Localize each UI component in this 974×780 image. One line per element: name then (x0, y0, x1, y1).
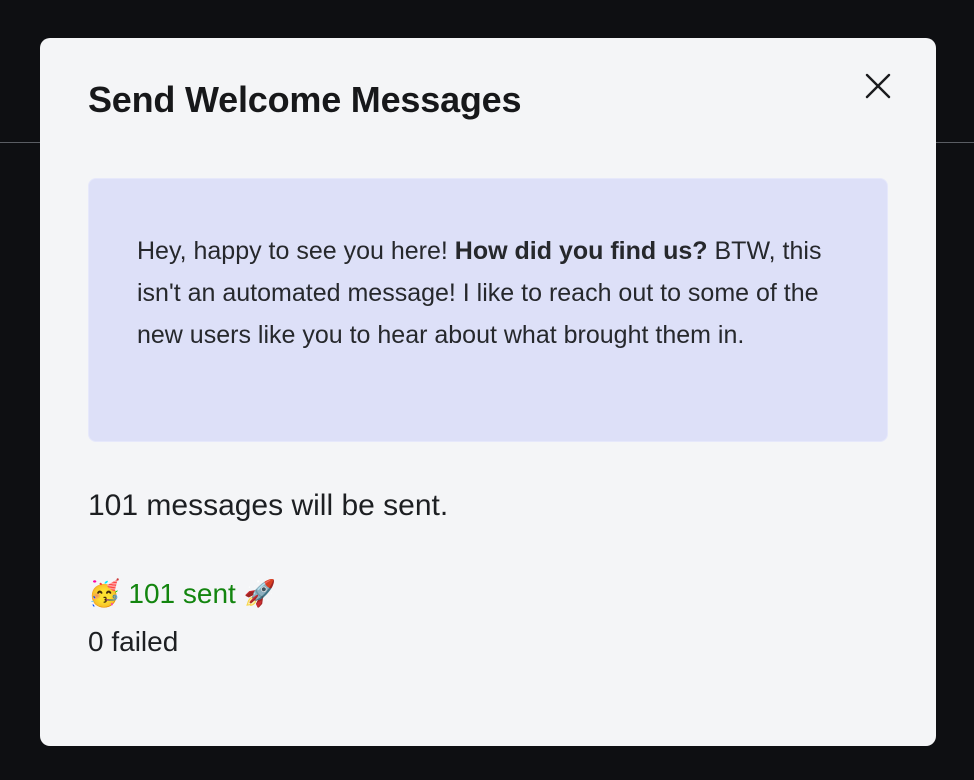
sent-count-text: 101 sent (128, 578, 236, 609)
message-text-question: How did you find us? (454, 237, 708, 265)
rocket-icon: 🚀 (243, 579, 277, 609)
message-text-intro: Hey, happy to see you here! (137, 237, 455, 265)
send-welcome-messages-modal: Send Welcome Messages Hey, happy to see … (40, 38, 936, 746)
sent-status: 🥳 101 sent 🚀 (88, 572, 276, 616)
close-button[interactable] (862, 70, 894, 102)
message-preview: Hey, happy to see you here! How did you … (88, 178, 888, 442)
close-icon (865, 73, 891, 99)
messages-count-text: 101 messages will be sent. (88, 489, 449, 522)
party-face-icon: 🥳 (88, 579, 121, 609)
modal-title: Send Welcome Messages (88, 79, 522, 120)
failed-count-text: 0 failed (88, 626, 179, 657)
